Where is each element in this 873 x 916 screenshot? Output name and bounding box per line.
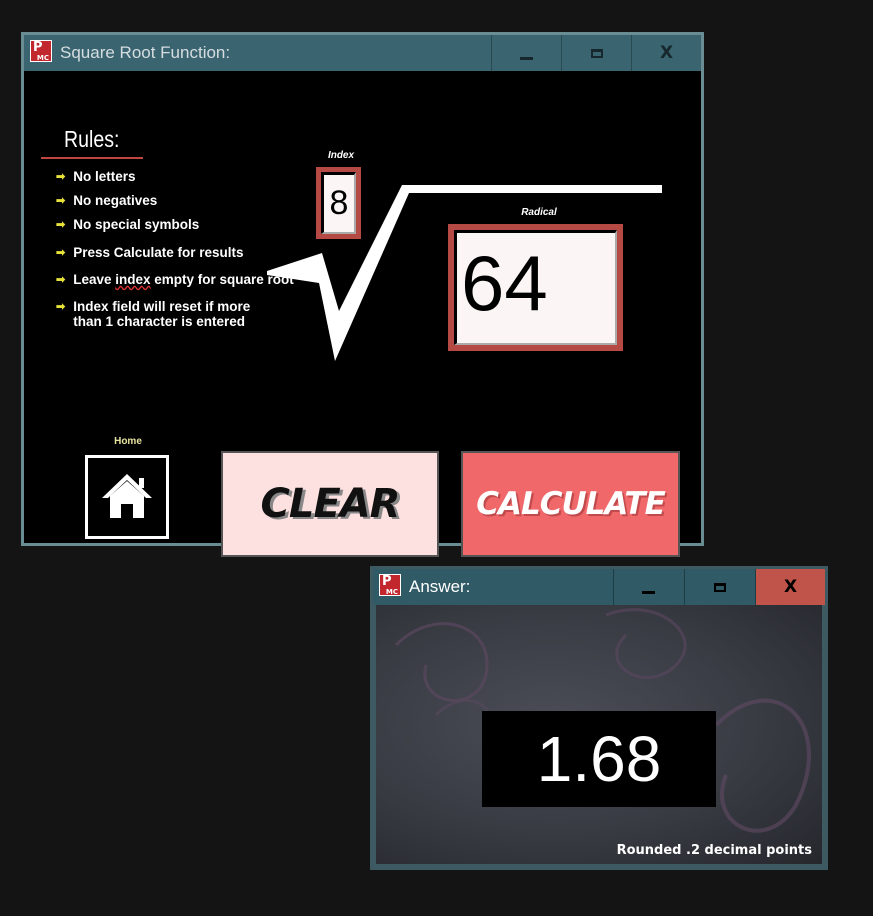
- rules-heading: Rules:: [64, 126, 120, 152]
- home-label: Home: [114, 436, 142, 447]
- rule-item: ➡ No negatives: [56, 193, 157, 208]
- arrow-right-icon: ➡: [56, 171, 66, 183]
- calculate-button[interactable]: CALCULATE: [461, 451, 680, 557]
- maximize-icon: [590, 48, 603, 58]
- rule-item: ➡ No special symbols: [56, 217, 199, 232]
- app-logo-icon: P MC: [30, 40, 52, 62]
- rule-text: No special symbols: [73, 217, 200, 232]
- close-button[interactable]: X: [631, 35, 701, 71]
- arrow-right-icon: ➡: [56, 274, 66, 286]
- radical-input[interactable]: 64: [454, 230, 617, 345]
- spellcheck-word: index: [115, 272, 151, 287]
- arrow-right-icon: ➡: [56, 219, 66, 231]
- maximize-icon: [713, 582, 726, 592]
- window-title: Square Root Function:: [60, 43, 231, 62]
- maximize-button[interactable]: [561, 35, 631, 71]
- arrow-right-icon: ➡: [56, 301, 66, 313]
- arrow-right-icon: ➡: [56, 247, 66, 259]
- radical-field-frame: 64: [448, 224, 623, 351]
- app-logo-p: P: [33, 40, 43, 55]
- app-logo-mc: MC: [385, 588, 398, 596]
- minimize-icon: [520, 56, 533, 60]
- home-button[interactable]: [85, 455, 169, 539]
- rule-item: ➡ Press Calculate for results: [56, 245, 244, 260]
- rule-text: No letters: [73, 169, 136, 184]
- rounding-note: Rounded .2 decimal points: [616, 843, 812, 858]
- minimize-button[interactable]: [613, 569, 683, 605]
- clear-button[interactable]: CLEAR: [221, 451, 439, 557]
- close-button[interactable]: X: [755, 569, 825, 605]
- index-input[interactable]: 8: [321, 172, 356, 234]
- maximize-button[interactable]: [684, 569, 754, 605]
- arrow-right-icon: ➡: [56, 195, 66, 207]
- index-label: Index: [327, 150, 355, 161]
- answer-window: P MC Answer: X 1.68 Rounded .2 decimal p…: [370, 566, 828, 870]
- chalkboard-background: 1.68 Rounded .2 decimal points: [376, 605, 822, 864]
- rule-text: Index field will reset if more: [73, 299, 251, 314]
- rule-item: ➡ Leave index empty for square root: [56, 272, 294, 287]
- main-content: Rules: ➡ No letters ➡ No negatives ➡ No …: [24, 71, 701, 557]
- rules-underline: [41, 157, 143, 159]
- close-icon: X: [783, 577, 798, 597]
- index-field-frame: 8: [316, 167, 361, 239]
- rule-item: ➡ No letters: [56, 169, 136, 184]
- app-logo-p: P: [382, 574, 392, 589]
- radical-label: Radical: [521, 207, 557, 218]
- close-icon: X: [659, 43, 674, 63]
- minimize-button[interactable]: [491, 35, 561, 71]
- rule-text: than 1 character is entered: [73, 314, 246, 329]
- rule-text: Leave index empty for square root: [73, 272, 294, 287]
- rule-item: ➡ Index field will reset if more than 1 …: [56, 299, 250, 329]
- answer-titlebar[interactable]: P MC Answer: X: [373, 569, 825, 605]
- minimize-icon: [642, 590, 655, 594]
- app-logo-icon: P MC: [379, 574, 401, 596]
- square-root-window: P MC Square Root Function: X Rules: ➡ No…: [21, 32, 704, 557]
- app-logo-mc: MC: [36, 54, 49, 62]
- rule-text-multiline: Index field will reset if more than 1 ch…: [73, 299, 250, 329]
- home-icon: [102, 474, 152, 518]
- rule-text: Press Calculate for results: [73, 245, 244, 260]
- home-button-inner: [92, 462, 162, 532]
- answer-display: 1.68: [482, 711, 716, 807]
- rule-text: No negatives: [73, 193, 158, 208]
- main-titlebar[interactable]: P MC Square Root Function: X: [24, 35, 701, 71]
- answer-window-title: Answer:: [409, 577, 471, 596]
